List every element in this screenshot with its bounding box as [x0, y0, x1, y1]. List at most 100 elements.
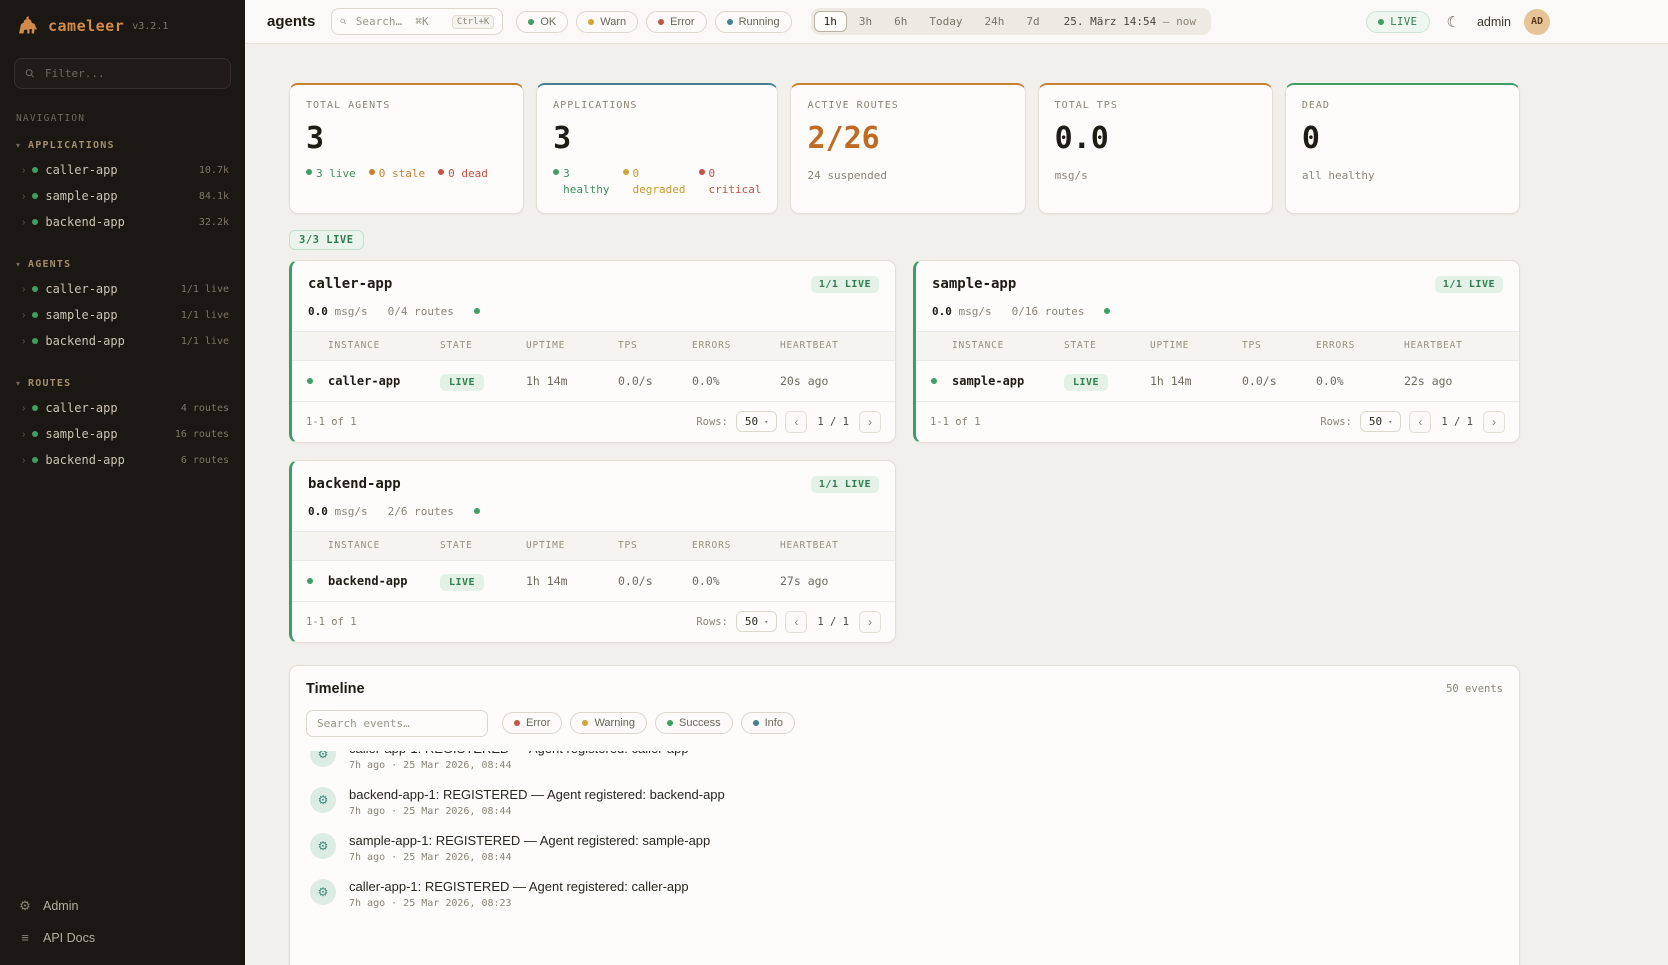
- error-status-dot: [658, 19, 664, 25]
- status-dot: [32, 193, 38, 199]
- sidebar-item-api-docs[interactable]: ≡ API Docs: [18, 930, 227, 945]
- timeline-event[interactable]: ⚙ caller-app-1: REGISTERED — Agent regis…: [306, 871, 1503, 917]
- timeline-event[interactable]: ⚙ caller-app-1: REGISTERED — Agent regis…: [306, 751, 1503, 779]
- rows-label: Rows:: [1320, 416, 1352, 428]
- range-button-3h[interactable]: 3h: [849, 11, 882, 32]
- gear-icon: ⚙: [310, 787, 336, 813]
- event-text: caller-app-1: REGISTERED — Agent registe…: [349, 751, 689, 756]
- sidebar-item-backend-app[interactable]: › backend-app 32.2k: [0, 209, 245, 235]
- row-range-label: 1-1 of 1: [306, 416, 357, 428]
- timeline-filter-error[interactable]: Error: [502, 712, 562, 734]
- row-range-label: 1-1 of 1: [306, 616, 357, 628]
- item-label: backend-app: [45, 453, 173, 467]
- rows-value: 50: [745, 415, 758, 428]
- column-header: STATE: [440, 540, 526, 551]
- filter-chip-warn[interactable]: Warn: [576, 11, 638, 33]
- sidebar-item-sample-app[interactable]: › sample-app 16 routes: [0, 421, 245, 447]
- timeline-filter-warning[interactable]: Warning: [570, 712, 647, 734]
- timeline-search-input[interactable]: [306, 710, 488, 737]
- breakdown-text: 0 stale: [379, 166, 425, 182]
- prev-page-button[interactable]: ‹: [785, 611, 807, 633]
- breakdown-stale: 0 stale: [369, 166, 425, 182]
- range-button-6h[interactable]: 6h: [884, 11, 917, 32]
- filter-chip-ok[interactable]: OK: [516, 11, 568, 33]
- prev-page-button[interactable]: ‹: [785, 411, 807, 433]
- rows-per-page-select[interactable]: 50 ▾: [736, 611, 777, 632]
- rows-value: 50: [745, 615, 758, 628]
- global-search-box[interactable]: Ctrl+K: [331, 8, 503, 35]
- stat-label: TOTAL AGENTS: [306, 100, 507, 111]
- rows-per-page-select[interactable]: 50 ▾: [736, 411, 777, 432]
- chevron-right-icon: ›: [22, 191, 25, 202]
- stat-value: 3: [553, 124, 761, 154]
- app-root: cameleer v3.2.1 NAVIGATION ▾ APPLICATION…: [0, 0, 1668, 965]
- item-label: sample-app: [45, 189, 192, 203]
- content-area: TOTAL AGENTS 3 3 live 0 stale 0 dead APP…: [245, 44, 1668, 965]
- filter-chip-running[interactable]: Running: [715, 11, 792, 33]
- status-dot: [32, 405, 38, 411]
- range-button-24h[interactable]: 24h: [974, 11, 1014, 32]
- app-card-title: caller-app: [308, 276, 392, 292]
- timeline-filter-success[interactable]: Success: [655, 712, 733, 734]
- sidebar-item-sample-app[interactable]: › sample-app 84.1k: [0, 183, 245, 209]
- red-dot: [699, 169, 705, 175]
- item-meta: 16 routes: [175, 429, 229, 440]
- instance-name: sample-app: [952, 374, 1064, 388]
- chevron-right-icon: ›: [22, 336, 25, 347]
- rows-per-page-select[interactable]: 50 ▾: [1360, 411, 1401, 432]
- range-button-1h[interactable]: 1h: [814, 11, 847, 32]
- range-button-today[interactable]: Today: [919, 11, 972, 32]
- app-card-stats: 0.0 msg/s 0/16 routes: [916, 301, 1519, 331]
- sidebar-item-caller-app[interactable]: › caller-app 4 routes: [0, 395, 245, 421]
- instance-row[interactable]: sample-app LIVE 1h 14m 0.0/s 0.0% 22s ag…: [916, 361, 1519, 401]
- timeline-title: Timeline: [306, 681, 365, 697]
- dark-mode-toggle[interactable]: ☾: [1443, 11, 1464, 33]
- search-input[interactable]: [354, 14, 445, 29]
- instance-name: backend-app: [328, 574, 440, 588]
- sidebar-item-backend-app[interactable]: › backend-app 6 routes: [0, 447, 245, 473]
- app-card-backend-app: backend-app 1/1 LIVE 0.0 msg/s 2/6 route…: [289, 460, 896, 643]
- next-page-button[interactable]: ›: [1483, 411, 1505, 433]
- instance-row[interactable]: caller-app LIVE 1h 14m 0.0/s 0.0% 20s ag…: [292, 361, 895, 401]
- section-header-applications[interactable]: ▾ APPLICATIONS: [0, 136, 245, 157]
- orange-dot: [369, 169, 375, 175]
- sidebar-item-caller-app[interactable]: › caller-app 10.7k: [0, 157, 245, 183]
- sidebar-item-caller-app[interactable]: › caller-app 1/1 live: [0, 276, 245, 302]
- filter-input[interactable]: [43, 66, 220, 81]
- timeline-event[interactable]: ⚙ backend-app-1: REGISTERED — Agent regi…: [306, 779, 1503, 825]
- rows-label: Rows:: [696, 416, 728, 428]
- live-indicator[interactable]: LIVE: [1366, 11, 1429, 33]
- sidebar-item-backend-app[interactable]: › backend-app 1/1 live: [0, 328, 245, 354]
- range-end: now: [1176, 15, 1196, 28]
- filter-chip-error[interactable]: Error: [646, 11, 706, 33]
- breakdown-healthy: 3 healthy: [553, 166, 609, 198]
- stat-card-total-tps: TOTAL TPS 0.0 msg/s: [1038, 83, 1273, 214]
- section-label: ROUTES: [28, 378, 71, 389]
- range-button-7d[interactable]: 7d: [1016, 11, 1049, 32]
- column-header: TPS: [618, 340, 692, 351]
- page-indicator: 1 / 1: [1439, 416, 1475, 428]
- sidebar-item-admin[interactable]: ⚙ Admin: [18, 898, 227, 914]
- breakdown-text: 3 live: [316, 166, 356, 182]
- section-header-routes[interactable]: ▾ ROUTES: [0, 374, 245, 395]
- app-card-header: caller-app 1/1 LIVE: [292, 261, 895, 301]
- errors-cell: 0.0%: [1316, 374, 1404, 388]
- status-dot: [32, 167, 38, 173]
- timeline-event-list[interactable]: ⚙ caller-app-1: REGISTERED — Agent regis…: [306, 751, 1503, 917]
- app-logo[interactable]: cameleer v3.2.1: [0, 14, 245, 38]
- gear-icon: ⚙: [18, 898, 32, 914]
- sidebar-item-sample-app[interactable]: › sample-app 1/1 live: [0, 302, 245, 328]
- next-page-button[interactable]: ›: [859, 611, 881, 633]
- instance-row[interactable]: backend-app LIVE 1h 14m 0.0/s 0.0% 27s a…: [292, 561, 895, 601]
- next-page-button[interactable]: ›: [859, 411, 881, 433]
- tps-cell: 0.0/s: [618, 574, 692, 588]
- section-header-agents[interactable]: ▾ AGENTS: [0, 255, 245, 276]
- avatar[interactable]: AD: [1524, 9, 1550, 35]
- stat-card-applications: APPLICATIONS 3 3 healthy 0 degraded 0 cr…: [536, 83, 778, 214]
- event-time: 7h ago · 25 Mar 2026, 08:44: [349, 760, 689, 771]
- timeline-event[interactable]: ⚙ sample-app-1: REGISTERED — Agent regis…: [306, 825, 1503, 871]
- prev-page-button[interactable]: ‹: [1409, 411, 1431, 433]
- app-name: cameleer: [48, 17, 124, 35]
- timeline-event-count: 50 events: [1446, 683, 1503, 695]
- timeline-filter-info[interactable]: Info: [741, 712, 795, 734]
